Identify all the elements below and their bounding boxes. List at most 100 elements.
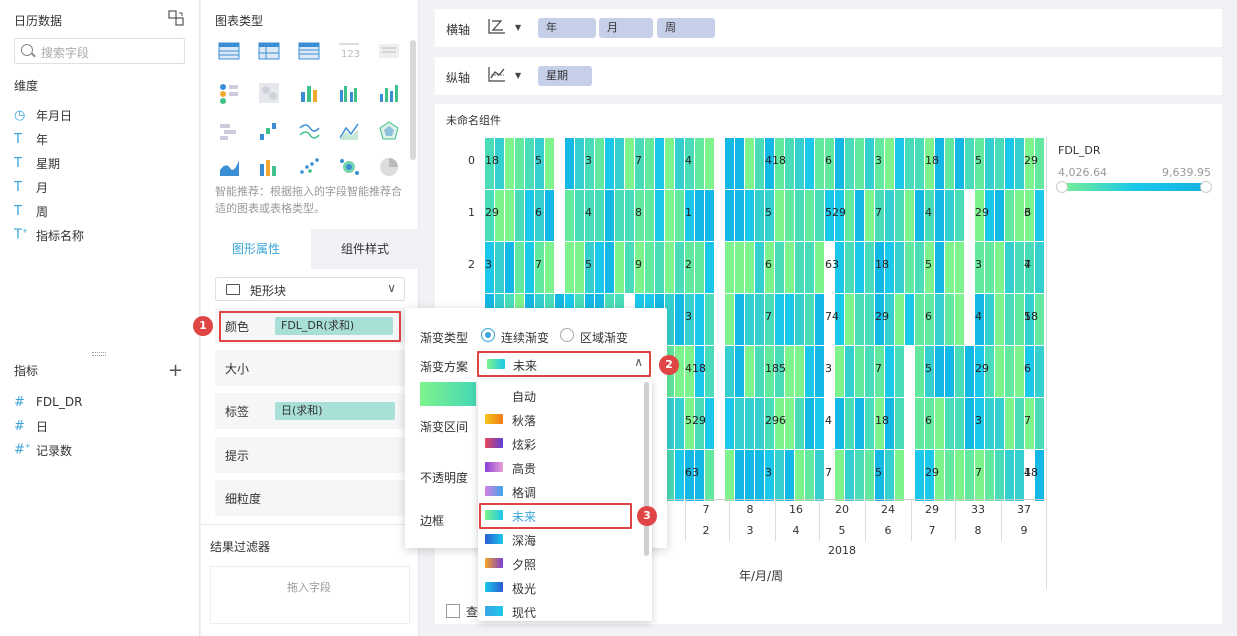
heatmap-cell[interactable] bbox=[744, 345, 754, 397]
heatmap-cell[interactable] bbox=[774, 449, 784, 501]
stacked-bar-icon[interactable] bbox=[298, 82, 324, 104]
field-item[interactable]: T年 bbox=[14, 127, 194, 151]
heatmap-cell[interactable] bbox=[744, 241, 754, 293]
gradient-option[interactable]: 秋落 bbox=[478, 407, 644, 431]
heatmap-cell[interactable] bbox=[1014, 397, 1024, 449]
heatmap-cell[interactable] bbox=[754, 293, 764, 345]
heatmap-cell[interactable] bbox=[544, 137, 554, 189]
radar-chart-icon[interactable] bbox=[378, 120, 404, 142]
heatmap-cell[interactable] bbox=[894, 137, 904, 189]
heatmap-cell[interactable] bbox=[954, 449, 964, 501]
heatmap-cell[interactable] bbox=[784, 241, 794, 293]
heatmap-cell[interactable] bbox=[984, 241, 994, 293]
x-field-pill[interactable]: 年 bbox=[538, 18, 596, 38]
heatmap-cell[interactable] bbox=[664, 241, 674, 293]
heatmap-cell[interactable] bbox=[914, 137, 924, 189]
heatmap-cell[interactable] bbox=[914, 449, 924, 501]
heatmap-cell[interactable] bbox=[624, 189, 634, 241]
heatmap-cell[interactable] bbox=[514, 241, 524, 293]
heatmap-cell[interactable] bbox=[1034, 189, 1044, 241]
heatmap-cell[interactable] bbox=[954, 189, 964, 241]
heatmap-cell[interactable] bbox=[934, 293, 944, 345]
shape-type-select[interactable]: 矩形块 ∨ bbox=[215, 277, 405, 301]
heatmap-cell[interactable] bbox=[674, 293, 684, 345]
heatmap-cell[interactable] bbox=[744, 137, 754, 189]
chevron-down-icon[interactable]: ▼ bbox=[515, 71, 521, 80]
label-property[interactable]: 标签 日(求和) bbox=[215, 393, 405, 429]
heatmap-cell[interactable] bbox=[644, 241, 654, 293]
x-field-pill[interactable]: 月 bbox=[599, 18, 653, 38]
heatmap-cell[interactable] bbox=[794, 293, 804, 345]
heatmap-cell[interactable] bbox=[914, 345, 924, 397]
heatmap-cell[interactable] bbox=[704, 137, 714, 189]
heatmap-cell[interactable] bbox=[754, 241, 764, 293]
heatmap-cell[interactable] bbox=[694, 189, 704, 241]
heatmap-cell[interactable] bbox=[844, 345, 854, 397]
heatmap-cell[interactable] bbox=[734, 241, 744, 293]
heatmap-cell[interactable] bbox=[814, 449, 824, 501]
heatmap-cell[interactable] bbox=[864, 397, 874, 449]
heatmap-cell[interactable] bbox=[1004, 345, 1014, 397]
heatmap-cell[interactable] bbox=[804, 137, 814, 189]
dot-matrix-chart-icon[interactable] bbox=[218, 82, 244, 104]
heatmap-cell[interactable] bbox=[994, 449, 1004, 501]
heatmap-cell[interactable] bbox=[994, 345, 1004, 397]
heatmap-cell[interactable] bbox=[984, 293, 994, 345]
heatmap-cell[interactable] bbox=[804, 241, 814, 293]
add-measure-icon[interactable]: + bbox=[168, 360, 183, 381]
tooltip-property[interactable]: 提示 bbox=[215, 437, 405, 473]
heatmap-cell[interactable] bbox=[814, 241, 824, 293]
heatmap-cell[interactable] bbox=[834, 397, 844, 449]
heatmap-cell[interactable] bbox=[814, 189, 824, 241]
heatmap-cell[interactable] bbox=[754, 397, 764, 449]
heatmap-cell[interactable] bbox=[724, 241, 734, 293]
heatmap-cell[interactable] bbox=[944, 345, 954, 397]
heatmap-cell[interactable] bbox=[654, 137, 664, 189]
gradient-option[interactable]: 高贵 bbox=[478, 455, 644, 479]
heatmap-cell[interactable] bbox=[754, 189, 764, 241]
chart-type-scrollbar[interactable] bbox=[410, 40, 416, 160]
heatmap-cell[interactable] bbox=[884, 189, 894, 241]
heatmap-cell[interactable] bbox=[674, 241, 684, 293]
heatmap-cell[interactable] bbox=[784, 449, 794, 501]
heatmap-cell[interactable] bbox=[644, 189, 654, 241]
heatmap-cell[interactable] bbox=[1014, 293, 1024, 345]
heatmap-cell[interactable] bbox=[894, 397, 904, 449]
heatmap-cell[interactable] bbox=[834, 137, 844, 189]
grouped-bar-icon[interactable] bbox=[338, 82, 364, 104]
heatmap-cell[interactable] bbox=[934, 189, 944, 241]
heatmap-cell[interactable] bbox=[604, 189, 614, 241]
heatmap-cell[interactable] bbox=[744, 449, 754, 501]
combo-bar-chart-icon[interactable] bbox=[258, 156, 284, 178]
range-chart-icon[interactable] bbox=[218, 120, 244, 142]
heatmap-cell[interactable] bbox=[814, 345, 824, 397]
heatmap-cell[interactable] bbox=[734, 397, 744, 449]
gradient-option[interactable]: 深海 bbox=[478, 527, 644, 551]
field-item[interactable]: #+ 记录数 bbox=[14, 438, 194, 462]
heatmap-cell[interactable] bbox=[994, 241, 1004, 293]
heatmap-cell[interactable] bbox=[914, 293, 924, 345]
heatmap-cell[interactable] bbox=[674, 449, 684, 501]
heatmap-cell[interactable] bbox=[904, 293, 914, 345]
heatmap-cell[interactable] bbox=[664, 137, 674, 189]
heatmap-cell[interactable] bbox=[864, 449, 874, 501]
heatmap-cell[interactable] bbox=[724, 189, 734, 241]
heatmap-cell[interactable] bbox=[964, 449, 974, 501]
pie-chart-icon[interactable] bbox=[378, 156, 404, 178]
scatter-chart-icon[interactable] bbox=[298, 156, 324, 178]
heatmap-cell[interactable] bbox=[594, 189, 604, 241]
heatmap-cell[interactable] bbox=[724, 345, 734, 397]
heatmap-cell[interactable] bbox=[704, 241, 714, 293]
tab-component-style[interactable]: 组件样式 bbox=[311, 229, 419, 269]
cross-table-icon[interactable] bbox=[258, 42, 284, 64]
heatmap-cell[interactable] bbox=[524, 241, 534, 293]
heatmap-cell[interactable] bbox=[804, 293, 814, 345]
legend-max-handle[interactable] bbox=[1200, 181, 1212, 193]
heatmap-cell[interactable] bbox=[594, 241, 604, 293]
text-widget-icon[interactable] bbox=[378, 42, 404, 64]
heatmap-cell[interactable] bbox=[654, 241, 664, 293]
switch-dataset-icon[interactable] bbox=[168, 10, 184, 26]
heatmap-cell[interactable] bbox=[964, 137, 974, 189]
heatmap-cell[interactable] bbox=[964, 345, 974, 397]
heatmap-cell[interactable] bbox=[994, 397, 1004, 449]
